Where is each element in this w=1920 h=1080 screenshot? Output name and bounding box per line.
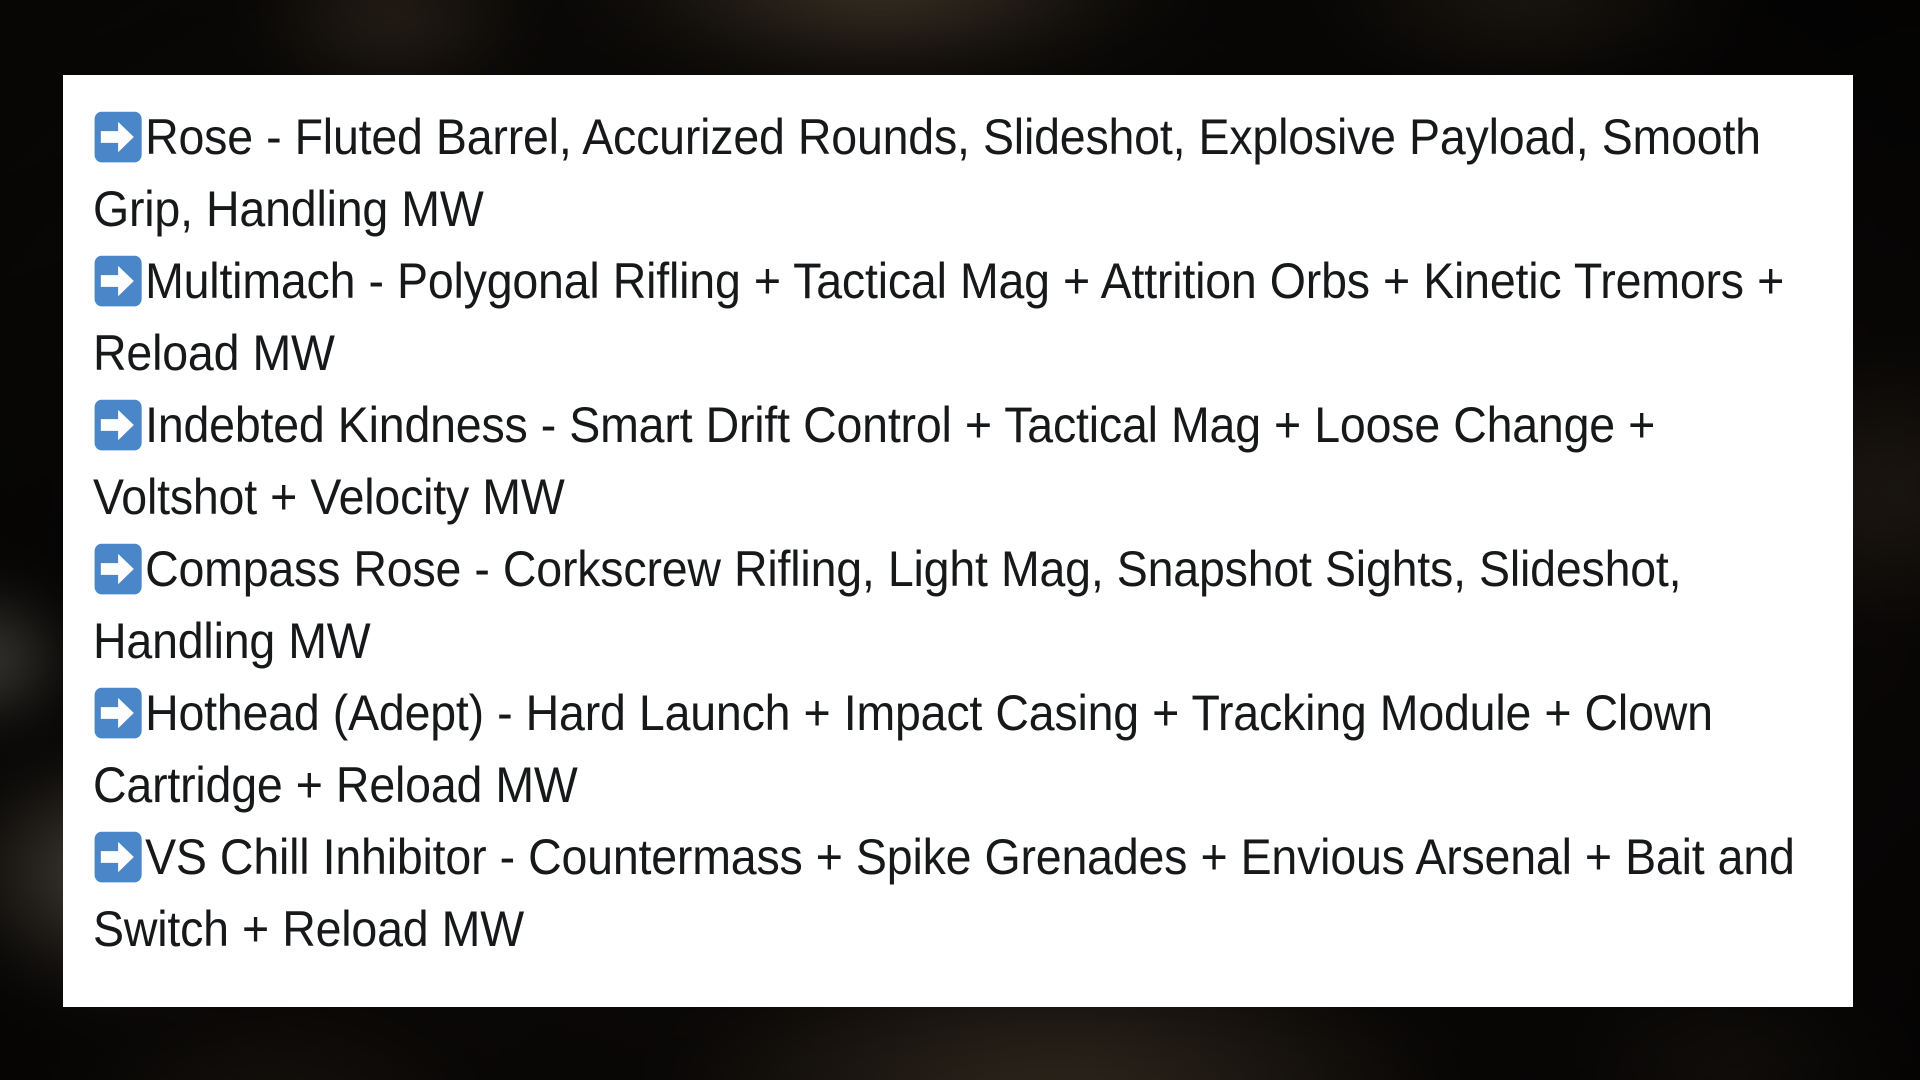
loadout-list: Rose - Fluted Barrel, Accurized Rounds, …: [93, 101, 1823, 965]
list-item: VS Chill Inhibitor - Countermass + Spike…: [93, 821, 1823, 965]
loadout-card: Rose - Fluted Barrel, Accurized Rounds, …: [63, 75, 1853, 1007]
right-arrow-icon: [93, 686, 143, 740]
loadout-text: Hothead (Adept) - Hard Launch + Impact C…: [93, 685, 1713, 813]
right-arrow-icon: [93, 830, 143, 884]
list-item: Indebted Kindness - Smart Drift Control …: [93, 389, 1823, 533]
loadout-text: Compass Rose - Corkscrew Rifling, Light …: [93, 541, 1682, 669]
loadout-text: Multimach - Polygonal Rifling + Tactical…: [93, 253, 1785, 381]
list-item: Compass Rose - Corkscrew Rifling, Light …: [93, 533, 1823, 677]
right-arrow-icon: [93, 254, 143, 308]
loadout-text: Indebted Kindness - Smart Drift Control …: [93, 397, 1656, 525]
loadout-text: VS Chill Inhibitor - Countermass + Spike…: [93, 829, 1795, 957]
right-arrow-icon: [93, 542, 143, 596]
list-item: Multimach - Polygonal Rifling + Tactical…: [93, 245, 1823, 389]
list-item: Rose - Fluted Barrel, Accurized Rounds, …: [93, 101, 1823, 245]
right-arrow-icon: [93, 398, 143, 452]
loadout-text: Rose - Fluted Barrel, Accurized Rounds, …: [93, 109, 1761, 237]
right-arrow-icon: [93, 110, 143, 164]
list-item: Hothead (Adept) - Hard Launch + Impact C…: [93, 677, 1823, 821]
